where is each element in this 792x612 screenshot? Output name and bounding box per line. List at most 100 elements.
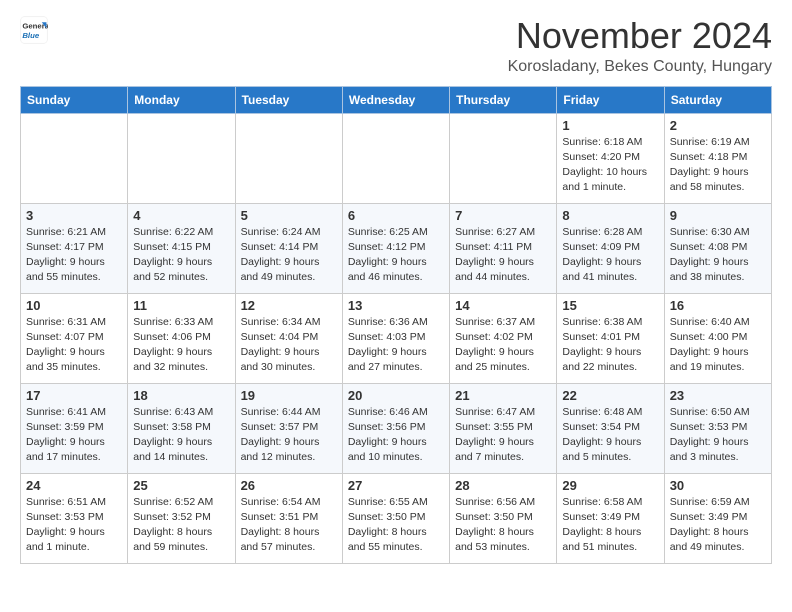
day-info: Sunrise: 6:40 AM Sunset: 4:00 PM Dayligh…	[670, 315, 766, 376]
day-number: 8	[562, 208, 658, 223]
day-number: 3	[26, 208, 122, 223]
calendar-cell: 4 Sunrise: 6:22 AM Sunset: 4:15 PM Daylig…	[128, 203, 235, 293]
calendar-cell	[450, 113, 557, 203]
day-info: Sunrise: 6:22 AM Sunset: 4:15 PM Dayligh…	[133, 225, 229, 286]
calendar-cell: 5 Sunrise: 6:24 AM Sunset: 4:14 PM Daylig…	[235, 203, 342, 293]
day-number: 29	[562, 478, 658, 493]
calendar-cell: 27 Sunrise: 6:55 AM Sunset: 3:50 PM Dayli…	[342, 473, 449, 563]
calendar-cell: 7 Sunrise: 6:27 AM Sunset: 4:11 PM Daylig…	[450, 203, 557, 293]
calendar-cell: 22Sunrise: 6:48 AM Sunset: 3:54 PM Dayli…	[557, 383, 664, 473]
calendar-cell: 23 Sunrise: 6:50 AM Sunset: 3:53 PM Dayli…	[664, 383, 771, 473]
calendar-cell: 12Sunrise: 6:34 AM Sunset: 4:04 PM Dayli…	[235, 293, 342, 383]
day-number: 4	[133, 208, 229, 223]
day-info: Sunrise: 6:36 AM Sunset: 4:03 PM Dayligh…	[348, 315, 444, 376]
weekday-header-monday: Monday	[128, 86, 235, 113]
day-number: 11	[133, 298, 229, 313]
logo: General Blue	[20, 16, 48, 44]
day-info: Sunrise: 6:50 AM Sunset: 3:53 PM Dayligh…	[670, 405, 766, 466]
day-info: Sunrise: 6:52 AM Sunset: 3:52 PM Dayligh…	[133, 495, 229, 556]
calendar-cell: 28 Sunrise: 6:56 AM Sunset: 3:50 PM Dayli…	[450, 473, 557, 563]
day-number: 10	[26, 298, 122, 313]
logo-icon: General Blue	[20, 16, 48, 44]
calendar-week-1: 1 Sunrise: 6:18 AM Sunset: 4:20 PM Daylig…	[21, 113, 772, 203]
day-info: Sunrise: 6:24 AM Sunset: 4:14 PM Dayligh…	[241, 225, 337, 286]
day-number: 20	[348, 388, 444, 403]
calendar-week-2: 3 Sunrise: 6:21 AM Sunset: 4:17 PM Daylig…	[21, 203, 772, 293]
day-info: Sunrise: 6:27 AM Sunset: 4:11 PM Dayligh…	[455, 225, 551, 286]
day-number: 23	[670, 388, 766, 403]
calendar-cell: 26 Sunrise: 6:54 AM Sunset: 3:51 PM Dayli…	[235, 473, 342, 563]
day-info: Sunrise: 6:46 AM Sunset: 3:56 PM Dayligh…	[348, 405, 444, 466]
day-number: 30	[670, 478, 766, 493]
day-number: 19	[241, 388, 337, 403]
calendar-body: 1 Sunrise: 6:18 AM Sunset: 4:20 PM Daylig…	[21, 113, 772, 563]
weekday-header-sunday: Sunday	[21, 86, 128, 113]
calendar-cell: 21 Sunrise: 6:47 AM Sunset: 3:55 PM Dayli…	[450, 383, 557, 473]
day-number: 17	[26, 388, 122, 403]
calendar-table: SundayMondayTuesdayWednesdayThursdayFrid…	[20, 86, 772, 564]
day-number: 24	[26, 478, 122, 493]
day-number: 5	[241, 208, 337, 223]
calendar-week-3: 10 Sunrise: 6:31 AM Sunset: 4:07 PM Dayli…	[21, 293, 772, 383]
calendar-cell: 17 Sunrise: 6:41 AM Sunset: 3:59 PM Dayli…	[21, 383, 128, 473]
day-info: Sunrise: 6:19 AM Sunset: 4:18 PM Dayligh…	[670, 135, 766, 196]
day-info: Sunrise: 6:41 AM Sunset: 3:59 PM Dayligh…	[26, 405, 122, 466]
weekday-header-tuesday: Tuesday	[235, 86, 342, 113]
calendar-week-4: 17 Sunrise: 6:41 AM Sunset: 3:59 PM Dayli…	[21, 383, 772, 473]
calendar-cell: 19 Sunrise: 6:44 AM Sunset: 3:57 PM Dayli…	[235, 383, 342, 473]
day-info: Sunrise: 6:34 AM Sunset: 4:04 PM Dayligh…	[241, 315, 337, 376]
calendar-header: SundayMondayTuesdayWednesdayThursdayFrid…	[21, 86, 772, 113]
day-info: Sunrise: 6:18 AM Sunset: 4:20 PM Dayligh…	[562, 135, 658, 196]
day-number: 9	[670, 208, 766, 223]
day-info: Sunrise: 6:21 AM Sunset: 4:17 PM Dayligh…	[26, 225, 122, 286]
day-info: Sunrise: 6:37 AM Sunset: 4:02 PM Dayligh…	[455, 315, 551, 376]
weekday-header-thursday: Thursday	[450, 86, 557, 113]
page-header: General Blue November 2024 Korosladany, …	[20, 16, 772, 76]
day-number: 16	[670, 298, 766, 313]
day-info: Sunrise: 6:55 AM Sunset: 3:50 PM Dayligh…	[348, 495, 444, 556]
day-number: 28	[455, 478, 551, 493]
calendar-cell: 24Sunrise: 6:51 AM Sunset: 3:53 PM Dayli…	[21, 473, 128, 563]
day-info: Sunrise: 6:31 AM Sunset: 4:07 PM Dayligh…	[26, 315, 122, 376]
day-number: 21	[455, 388, 551, 403]
day-info: Sunrise: 6:43 AM Sunset: 3:58 PM Dayligh…	[133, 405, 229, 466]
day-number: 2	[670, 118, 766, 133]
day-info: Sunrise: 6:25 AM Sunset: 4:12 PM Dayligh…	[348, 225, 444, 286]
day-info: Sunrise: 6:44 AM Sunset: 3:57 PM Dayligh…	[241, 405, 337, 466]
calendar-cell: 29 Sunrise: 6:58 AM Sunset: 3:49 PM Dayli…	[557, 473, 664, 563]
calendar-cell	[342, 113, 449, 203]
day-info: Sunrise: 6:54 AM Sunset: 3:51 PM Dayligh…	[241, 495, 337, 556]
calendar-cell: 8 Sunrise: 6:28 AM Sunset: 4:09 PM Daylig…	[557, 203, 664, 293]
location-title: Korosladany, Bekes County, Hungary	[508, 58, 772, 76]
calendar-cell: 25 Sunrise: 6:52 AM Sunset: 3:52 PM Dayli…	[128, 473, 235, 563]
day-number: 15	[562, 298, 658, 313]
day-number: 25	[133, 478, 229, 493]
day-number: 18	[133, 388, 229, 403]
day-number: 1	[562, 118, 658, 133]
weekday-header-row: SundayMondayTuesdayWednesdayThursdayFrid…	[21, 86, 772, 113]
day-number: 27	[348, 478, 444, 493]
calendar-cell: 10 Sunrise: 6:31 AM Sunset: 4:07 PM Dayli…	[21, 293, 128, 383]
svg-text:Blue: Blue	[22, 31, 40, 40]
title-block: November 2024 Korosladany, Bekes County,…	[508, 16, 772, 76]
calendar-cell	[128, 113, 235, 203]
day-number: 26	[241, 478, 337, 493]
day-info: Sunrise: 6:47 AM Sunset: 3:55 PM Dayligh…	[455, 405, 551, 466]
day-info: Sunrise: 6:48 AM Sunset: 3:54 PM Dayligh…	[562, 405, 658, 466]
calendar-cell: 30Sunrise: 6:59 AM Sunset: 3:49 PM Dayli…	[664, 473, 771, 563]
calendar-cell: 1 Sunrise: 6:18 AM Sunset: 4:20 PM Daylig…	[557, 113, 664, 203]
day-info: Sunrise: 6:28 AM Sunset: 4:09 PM Dayligh…	[562, 225, 658, 286]
day-info: Sunrise: 6:58 AM Sunset: 3:49 PM Dayligh…	[562, 495, 658, 556]
day-number: 7	[455, 208, 551, 223]
calendar-cell: 2 Sunrise: 6:19 AM Sunset: 4:18 PM Daylig…	[664, 113, 771, 203]
calendar-cell: 15Sunrise: 6:38 AM Sunset: 4:01 PM Dayli…	[557, 293, 664, 383]
day-info: Sunrise: 6:30 AM Sunset: 4:08 PM Dayligh…	[670, 225, 766, 286]
calendar-cell: 3 Sunrise: 6:21 AM Sunset: 4:17 PM Daylig…	[21, 203, 128, 293]
day-info: Sunrise: 6:56 AM Sunset: 3:50 PM Dayligh…	[455, 495, 551, 556]
calendar-cell: 13Sunrise: 6:36 AM Sunset: 4:03 PM Dayli…	[342, 293, 449, 383]
calendar-cell: 16 Sunrise: 6:40 AM Sunset: 4:00 PM Dayli…	[664, 293, 771, 383]
day-info: Sunrise: 6:33 AM Sunset: 4:06 PM Dayligh…	[133, 315, 229, 376]
calendar-cell: 20 Sunrise: 6:46 AM Sunset: 3:56 PM Dayli…	[342, 383, 449, 473]
weekday-header-saturday: Saturday	[664, 86, 771, 113]
weekday-header-friday: Friday	[557, 86, 664, 113]
